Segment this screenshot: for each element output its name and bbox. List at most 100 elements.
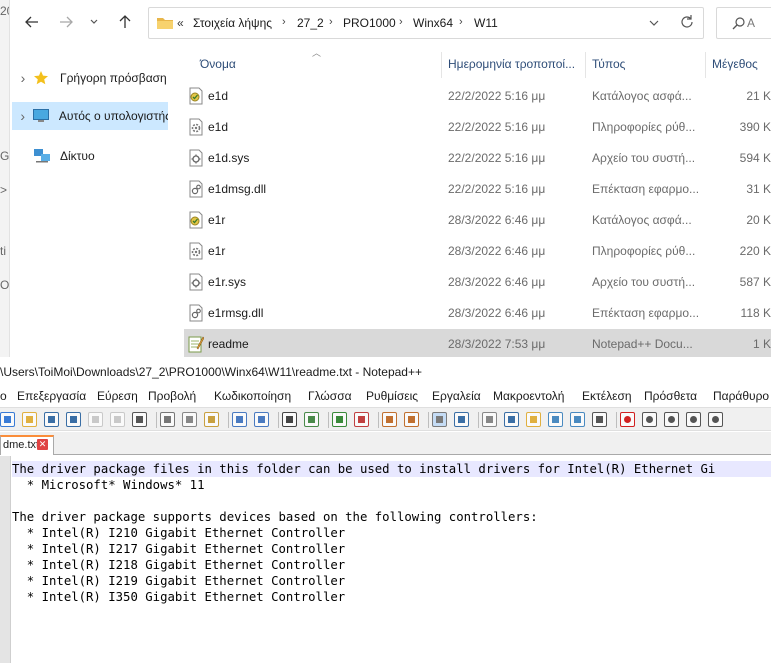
nav-item[interactable]: › Γρήγορη πρόσβαση bbox=[12, 64, 168, 92]
breadcrumb-separator-icon[interactable]: › bbox=[399, 16, 403, 28]
monitoring-icon[interactable] bbox=[592, 412, 607, 427]
doc-list-icon[interactable] bbox=[570, 412, 585, 427]
column-divider[interactable] bbox=[441, 52, 442, 78]
find-icon[interactable] bbox=[282, 412, 297, 427]
breadcrumb-item-winx64[interactable]: Winx64 bbox=[413, 16, 453, 30]
up-arrow-icon[interactable] bbox=[113, 10, 137, 34]
menu-item[interactable]: Μακροεντολή bbox=[493, 389, 564, 403]
setup-info-icon bbox=[188, 118, 204, 139]
file-row[interactable]: e1d.sys 22/2/2022 5:16 μμ Αρχείο του συστή… bbox=[184, 143, 771, 173]
forward-arrow-icon[interactable] bbox=[54, 10, 78, 34]
search-box[interactable]: Α bbox=[716, 7, 771, 39]
cut-icon[interactable] bbox=[160, 412, 175, 427]
file-date: 28/3/2022 7:53 μμ bbox=[448, 337, 546, 351]
editor-line: * Intel(R) I218 Gigabit Ethernet Control… bbox=[12, 558, 346, 572]
breadcrumb-item-downloads[interactable]: Στοιχεία λήψης bbox=[193, 16, 272, 30]
close-icon[interactable] bbox=[88, 412, 103, 427]
nav-item[interactable]: › Αυτός ο υπολογιστής bbox=[12, 102, 168, 130]
stop-macro-glyph bbox=[646, 416, 653, 423]
doc-map-icon[interactable] bbox=[548, 412, 563, 427]
tab-readme[interactable]: dme.txt ✕ bbox=[0, 435, 54, 455]
zoom-out-icon[interactable] bbox=[354, 412, 369, 427]
menu-item[interactable]: Εργαλεία bbox=[432, 389, 481, 403]
stop-macro-icon[interactable] bbox=[642, 412, 657, 427]
menu-item[interactable]: Εκτέλεση bbox=[582, 389, 632, 403]
menu-item[interactable]: Εύρεση bbox=[97, 389, 138, 403]
close-all-icon[interactable] bbox=[110, 412, 125, 427]
breadcrumb-separator-icon[interactable]: › bbox=[282, 16, 286, 28]
column-header-type[interactable]: Τύπος bbox=[592, 57, 625, 71]
open-file-icon[interactable] bbox=[22, 412, 37, 427]
run-macro-multiple-icon[interactable] bbox=[686, 412, 701, 427]
editor-text[interactable]: The driver package files in this folder … bbox=[12, 461, 771, 605]
menu-item[interactable]: Γλώσσα bbox=[308, 389, 352, 403]
zoom-in-icon[interactable] bbox=[332, 412, 347, 427]
word-wrap-icon[interactable] bbox=[432, 412, 447, 427]
file-row[interactable]: e1r.sys 28/3/2022 6:46 μμ Αρχείο του συστή… bbox=[184, 267, 771, 297]
file-type: Κατάλογος ασφά... bbox=[592, 213, 692, 227]
redo-glyph bbox=[258, 416, 265, 423]
file-name: e1d bbox=[208, 89, 229, 103]
folder-as-workspace-icon[interactable] bbox=[526, 412, 541, 427]
breadcrumb-overflow[interactable]: « bbox=[177, 16, 184, 30]
redo-icon[interactable] bbox=[254, 412, 269, 427]
star-icon bbox=[34, 71, 54, 85]
play-macro-glyph bbox=[668, 416, 675, 423]
recent-locations-chevron-icon[interactable] bbox=[84, 10, 104, 34]
back-arrow-icon[interactable] bbox=[20, 10, 44, 34]
undo-icon[interactable] bbox=[232, 412, 247, 427]
record-macro-icon[interactable] bbox=[620, 412, 635, 427]
paste-icon[interactable] bbox=[204, 412, 219, 427]
print-icon[interactable] bbox=[132, 412, 147, 427]
menu-item[interactable]: ο bbox=[0, 389, 7, 403]
file-row[interactable]: e1d 22/2/2022 5:16 μμ Κατάλογος ασφά... 21 … bbox=[184, 81, 771, 111]
address-dropdown-icon[interactable] bbox=[649, 17, 659, 31]
save-all-icon[interactable] bbox=[66, 412, 81, 427]
menu-item[interactable]: Ρυθμίσεις bbox=[366, 389, 418, 403]
replace-icon[interactable] bbox=[304, 412, 319, 427]
menu-item[interactable]: Παράθυρο bbox=[713, 389, 769, 403]
file-row[interactable]: e1d 22/2/2022 5:16 μμ Πληροφορίες ρύθ... 39… bbox=[184, 112, 771, 142]
expand-chevron-icon[interactable]: › bbox=[12, 108, 33, 124]
text-editor[interactable]: The driver package files in this folder … bbox=[0, 456, 771, 663]
sync-vertical-icon[interactable] bbox=[382, 412, 397, 427]
monitoring-glyph bbox=[596, 416, 603, 423]
file-row[interactable]: e1rmsg.dll 28/3/2022 6:46 μμ Επέκταση εφαρ… bbox=[184, 298, 771, 328]
column-header-name[interactable]: Όνομα bbox=[200, 57, 236, 71]
show-all-chars-icon[interactable] bbox=[454, 412, 469, 427]
breadcrumb-separator-icon[interactable]: › bbox=[329, 16, 333, 28]
breadcrumb-item-27-2[interactable]: 27_2 bbox=[297, 16, 324, 30]
sort-ascending-icon: ︿ bbox=[312, 48, 322, 58]
file-row[interactable]: readme 28/3/2022 7:53 μμ Notepad++ Docu...… bbox=[184, 329, 771, 359]
new-file-icon[interactable] bbox=[0, 412, 15, 427]
address-bar[interactable]: « Στοιχεία λήψης › 27_2 › PRO1000 › Winx… bbox=[148, 7, 704, 39]
breadcrumb-item-w11[interactable]: W11 bbox=[474, 16, 498, 30]
file-type: Κατάλογος ασφά... bbox=[592, 89, 692, 103]
nav-item[interactable]: Δίκτυο bbox=[12, 142, 168, 170]
background-window-text: ti bbox=[0, 244, 6, 258]
menu-item[interactable]: Προβολή bbox=[148, 389, 196, 403]
column-divider[interactable] bbox=[585, 52, 586, 78]
function-list-icon[interactable] bbox=[504, 412, 519, 427]
file-type: Πληροφορίες ρύθ... bbox=[592, 120, 696, 134]
file-row[interactable]: e1r 28/3/2022 6:46 μμ Κατάλογος ασφά... 20 … bbox=[184, 205, 771, 235]
column-header-date[interactable]: Ημερομηνία τροποποί... bbox=[448, 57, 575, 71]
tab-close-icon[interactable]: ✕ bbox=[37, 439, 48, 450]
breadcrumb-item-pro1000[interactable]: PRO1000 bbox=[343, 16, 396, 30]
menu-item[interactable]: Πρόσθετα bbox=[644, 389, 697, 403]
copy-icon[interactable] bbox=[182, 412, 197, 427]
menu-item[interactable]: Επεξεργασία bbox=[17, 389, 86, 403]
column-header-size[interactable]: Μέγεθος bbox=[712, 57, 758, 71]
play-macro-icon[interactable] bbox=[664, 412, 679, 427]
column-divider[interactable] bbox=[705, 52, 706, 78]
breadcrumb-separator-icon[interactable]: › bbox=[459, 16, 463, 28]
sync-horizontal-icon[interactable] bbox=[404, 412, 419, 427]
indent-guide-icon[interactable] bbox=[482, 412, 497, 427]
save-icon[interactable] bbox=[44, 412, 59, 427]
file-row[interactable]: e1r 28/3/2022 6:46 μμ Πληροφορίες ρύθ... 22… bbox=[184, 236, 771, 266]
expand-chevron-icon[interactable]: › bbox=[12, 70, 34, 86]
file-row[interactable]: e1dmsg.dll 22/2/2022 5:16 μμ Επέκταση εφαρ… bbox=[184, 174, 771, 204]
refresh-icon[interactable] bbox=[679, 14, 695, 33]
save-macro-icon[interactable] bbox=[708, 412, 723, 427]
menu-item[interactable]: Κωδικοποίηση bbox=[214, 389, 291, 403]
